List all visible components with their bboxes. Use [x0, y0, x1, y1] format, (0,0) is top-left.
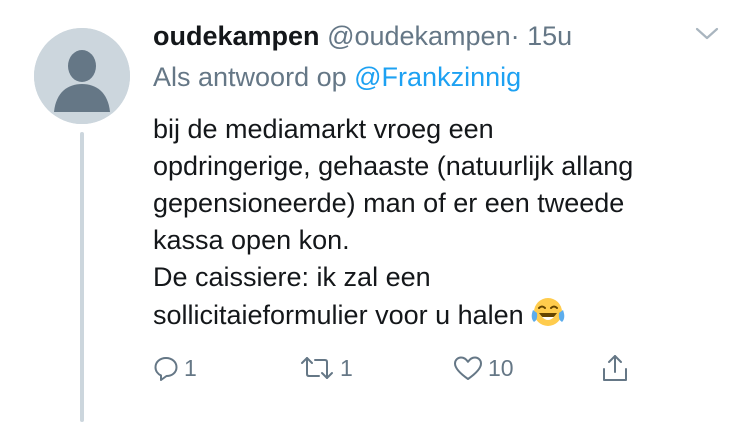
thread-line: [80, 132, 84, 422]
tweet-text: bij de mediamarkt vroeg een opdringerige…: [153, 111, 713, 334]
reply-prefix: Als antwoord op: [153, 62, 347, 92]
like-icon: [454, 356, 482, 380]
avatar[interactable]: [34, 28, 130, 124]
tweet-text-line-last: sollicitaieformulier voor u halen: [153, 296, 713, 334]
like-button[interactable]: 10: [453, 350, 514, 386]
tears-of-joy-emoji-icon: [530, 296, 566, 330]
tweet-text-line-content: sollicitaieformulier voor u halen: [153, 300, 524, 330]
like-count: 10: [488, 354, 514, 381]
separator-dot: ·: [510, 21, 520, 51]
reply-icon: [154, 357, 178, 381]
tweet-actions: 1 1 10: [153, 350, 653, 386]
default-avatar-icon: [34, 28, 130, 124]
reply-button[interactable]: 1: [153, 350, 197, 386]
author-name[interactable]: oudekampen: [153, 21, 320, 51]
tweet-text-line: bij de mediamarkt vroeg een: [153, 114, 494, 144]
chevron-down-icon[interactable]: [693, 24, 721, 44]
reply-mention-link[interactable]: @Frankzinnig: [354, 62, 521, 92]
share-button[interactable]: [601, 350, 629, 386]
reply-count: 1: [184, 354, 197, 381]
tweet-text-line: gepensioneerde) man of er een tweede: [153, 188, 625, 218]
tweet-text-line: De caissiere: ik zal een: [153, 262, 431, 292]
tweet-text-line: opdringerige, gehaaste (natuurlijk allan…: [153, 151, 634, 181]
timestamp[interactable]: 15u: [527, 21, 572, 51]
tweet-text-line: kassa open kon.: [153, 225, 350, 255]
author-handle[interactable]: @oudekampen: [327, 21, 511, 51]
retweet-icon: [301, 357, 333, 379]
retweet-count: 1: [340, 354, 353, 381]
retweet-button[interactable]: 1: [299, 350, 353, 386]
share-icon: [603, 355, 627, 381]
tweet-header: oudekampen @oudekampen· 15u: [153, 20, 572, 52]
reply-context: Als antwoord op @Frankzinnig: [153, 60, 521, 94]
